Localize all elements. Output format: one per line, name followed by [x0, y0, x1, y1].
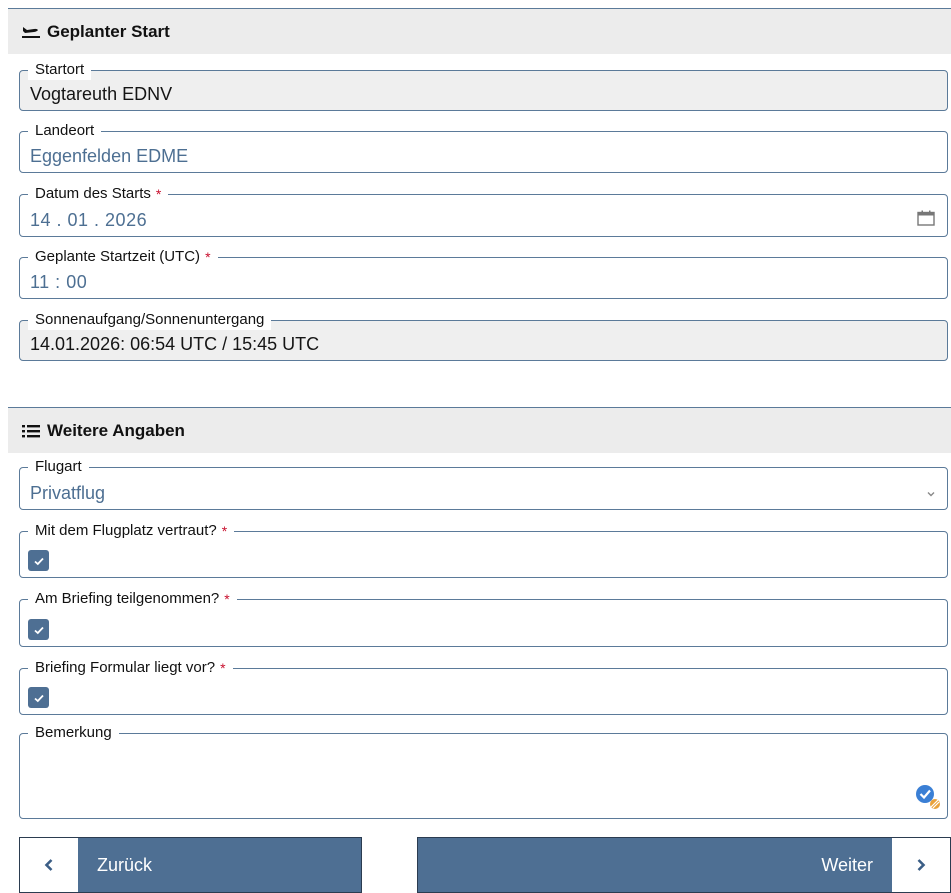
startort-field: Startort Vogtareuth EDNV — [19, 60, 948, 111]
section-title: Geplanter Start — [47, 21, 170, 41]
flugart-value: Privatflug — [30, 483, 106, 503]
formular-label: Briefing Formular liegt vor? — [35, 659, 216, 676]
back-button-label: Zurück — [97, 854, 153, 875]
landeort-input[interactable]: Landeort Eggenfelden EDME — [19, 121, 948, 173]
flugart-label: Flugart — [35, 458, 82, 475]
section-header-weitere-angaben: Weitere Angaben — [8, 407, 951, 453]
datum-value: 14 . 01 . 2026 — [30, 210, 148, 230]
sonne-label: Sonnenaufgang/Sonnenuntergang — [35, 311, 265, 328]
required-mark: * — [155, 186, 162, 202]
sonne-value: 14.01.2026: 06:54 UTC / 15:45 UTC — [30, 334, 320, 354]
required-mark: * — [224, 591, 230, 607]
briefing-field: Am Briefing teilgenommen? * — [19, 589, 948, 647]
vertraut-checkbox[interactable] — [28, 550, 49, 571]
formular-checkbox[interactable] — [28, 687, 49, 708]
required-mark: * — [205, 249, 211, 265]
required-mark: * — [220, 660, 226, 676]
briefing-checkbox[interactable] — [28, 619, 49, 640]
startzeit-input[interactable]: Geplante Startzeit (UTC) * 11 : 00 — [19, 247, 948, 299]
calendar-icon[interactable] — [917, 210, 935, 226]
chevron-down-icon[interactable] — [925, 486, 937, 497]
bemerkung-label: Bemerkung — [35, 724, 112, 741]
vertraut-label: Mit dem Flugplatz vertraut? — [35, 522, 217, 539]
startzeit-value: 11 : 00 — [30, 272, 88, 292]
list-icon — [21, 422, 43, 440]
landeort-value: Eggenfelden EDME — [30, 146, 189, 166]
vertraut-field: Mit dem Flugplatz vertraut? * — [19, 521, 948, 578]
datum-des-starts-input[interactable]: Datum des Starts * 14 . 01 . 2026 — [19, 184, 948, 237]
formular-field: Briefing Formular liegt vor? * — [19, 658, 948, 715]
datum-label: Datum des Starts — [35, 185, 151, 202]
startzeit-label: Geplante Startzeit (UTC) — [35, 248, 201, 265]
startort-value: Vogtareuth EDNV — [30, 84, 173, 104]
check-icon — [33, 557, 44, 565]
flugart-select[interactable]: Flugart Privatflug — [19, 457, 948, 510]
chevron-left-icon — [44, 859, 53, 871]
section-title: Weitere Angaben — [47, 420, 185, 440]
check-icon — [33, 694, 44, 702]
sonnenaufgang-field: Sonnenaufgang/Sonnenuntergang 14.01.2026… — [19, 310, 948, 361]
next-button-label: Weiter — [821, 854, 873, 875]
check-icon — [33, 626, 44, 634]
briefing-label: Am Briefing teilgenommen? — [35, 590, 220, 607]
landeort-label: Landeort — [35, 122, 95, 139]
back-button[interactable]: Zurück — [19, 837, 362, 893]
bemerkung-textarea[interactable]: Bemerkung — [19, 723, 948, 819]
required-mark: * — [221, 523, 228, 539]
chevron-right-icon — [917, 859, 926, 871]
writing-assistant-icon[interactable] — [914, 783, 942, 811]
section-header-geplanter-start: Geplanter Start — [8, 8, 951, 54]
next-button[interactable]: Weiter — [417, 837, 951, 893]
airplane-takeoff-icon — [21, 23, 43, 41]
startort-label: Startort — [35, 61, 85, 78]
